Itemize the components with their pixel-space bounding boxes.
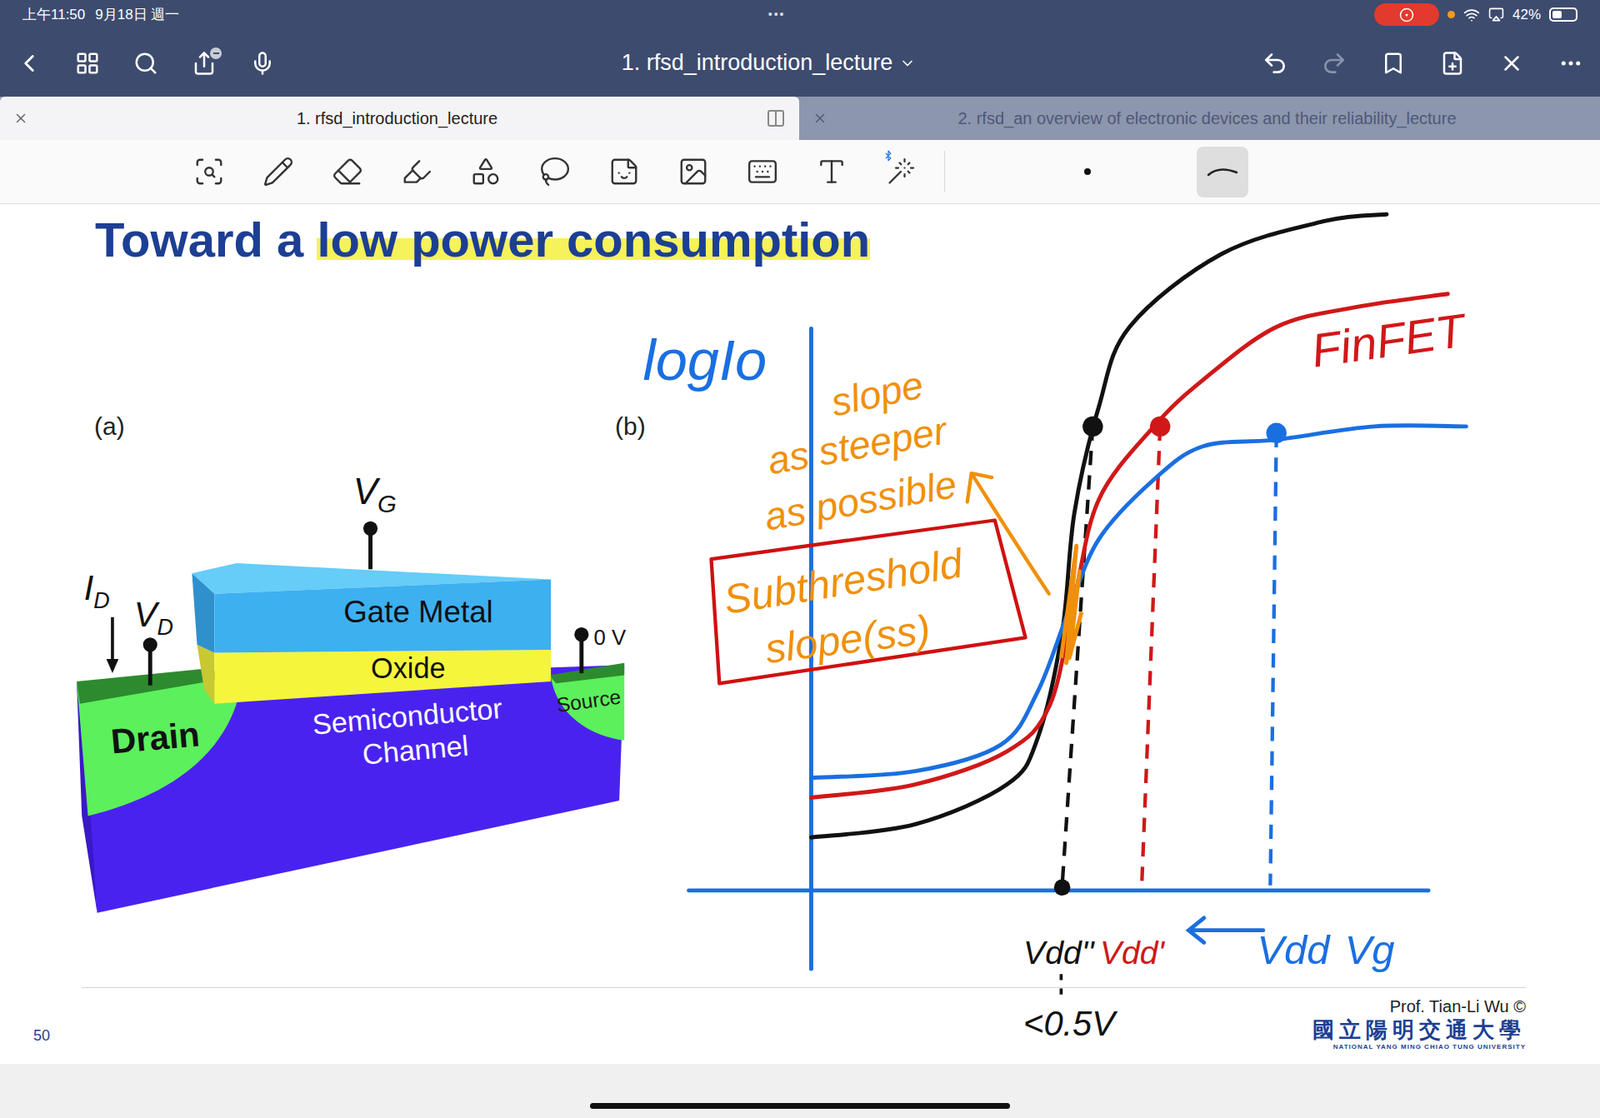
slide-title: Toward a low power consumption (0, 204, 1600, 270)
y-axis-label: logIo (642, 328, 767, 393)
tab-label: 2. rfsd_an overview of electronic device… (827, 105, 1587, 131)
battery-percent: 42% (1512, 4, 1541, 26)
document-title[interactable]: 1. rfsd_introduction_lecture (621, 45, 894, 80)
status-date: 9月18日 週一 (95, 4, 180, 26)
sticker-icon[interactable] (605, 153, 643, 190)
highlighter-icon[interactable] (398, 153, 435, 190)
add-page-icon[interactable] (1438, 49, 1467, 78)
redo-icon[interactable] (1320, 49, 1349, 78)
home-indicator[interactable] (590, 1103, 1010, 1110)
vdd-label: Vdd' (1100, 935, 1166, 971)
mosfet-diagram: VG ID VD 0 V Gate Metal Oxide SemiconductorCha… (71, 464, 633, 919)
curve-label: FinFET (1308, 303, 1471, 378)
vd-label: VD (134, 594, 174, 640)
vdd-label: Vdd (1256, 927, 1331, 973)
chevron-down-icon[interactable] (899, 55, 916, 72)
channel-label: Semiconductor (310, 691, 504, 740)
page[interactable]: Toward a low power consumption (a)(b) VG ID… (0, 204, 1600, 1065)
tab-bar: 1. rfsd_introduction_lecture 2. rfsd_an o… (0, 96, 1600, 140)
multitask-dots[interactable]: ••• (768, 5, 786, 24)
oxide-label: Oxide (370, 652, 445, 685)
search-icon[interactable] (131, 49, 160, 78)
share-icon[interactable] (190, 49, 219, 78)
page-number: 50 (33, 1025, 50, 1048)
tab-close-icon[interactable] (13, 110, 29, 126)
note-text: slope (827, 362, 928, 425)
curve: Vdd (810, 423, 1466, 973)
boxed-text: slope(ss) (762, 606, 933, 672)
channel-label: Channel (360, 729, 470, 770)
shapes-icon[interactable] (467, 153, 505, 190)
split-view-icon[interactable] (765, 108, 786, 129)
source-label: Source (555, 685, 623, 717)
document-tab[interactable]: 2. rfsd_an overview of electronic device… (799, 96, 1600, 140)
vg-label: VG (353, 470, 397, 518)
back-icon[interactable] (15, 49, 44, 78)
highlighted-text: low power consumption (316, 212, 870, 267)
battery-icon (1549, 7, 1578, 22)
mic-dot (1447, 10, 1455, 19)
boxed-text: Subthreshold (720, 540, 967, 623)
mic-icon[interactable] (248, 49, 277, 78)
panel-label: (a) (0, 411, 615, 442)
laser-pointer-icon[interactable] (882, 153, 920, 190)
recording-indicator[interactable] (1374, 3, 1440, 26)
vdd-label: Vdd'' (1023, 935, 1095, 971)
keyboard-icon[interactable] (744, 153, 781, 190)
image-icon[interactable] (675, 153, 712, 190)
x-axis-label: Vg (1345, 927, 1395, 973)
credit: Prof. Tian-Li Wu © (1390, 996, 1526, 1017)
stroke-icon (1205, 163, 1240, 180)
more-icon[interactable] (1556, 49, 1585, 78)
university-logo: 國立陽明交通大學 (1312, 1016, 1526, 1044)
document-tab[interactable]: 1. rfsd_introduction_lecture (0, 96, 800, 140)
slide-footer: 50 Prof. Tian-Li Wu ©國立陽明交通大學NATIONAL YAN… (0, 987, 1600, 1065)
university-english: NATIONAL YANG MING CHIAO TUNG UNIVERSITY (1333, 1043, 1526, 1052)
gate-label: Gate Metal (343, 594, 493, 629)
curve: Vdd'' (810, 214, 1386, 971)
eraser-icon[interactable] (329, 153, 366, 190)
nav-bar: 1. rfsd_introduction_lecture (0, 29, 1600, 97)
screen-mirroring-icon (1488, 6, 1505, 23)
top-bar: 上午11:50 9月18日 週一 ••• 42% 1. rfsd_introductio… (0, 0, 1600, 97)
curve: Vdd' FinFET (810, 294, 1471, 971)
status-bar: 上午11:50 9月18日 週一 ••• 42% (0, 0, 1600, 30)
lasso-icon[interactable] (536, 153, 574, 190)
tab-close-icon[interactable] (812, 110, 828, 126)
pen-icon[interactable] (260, 153, 297, 190)
undo-icon[interactable] (1260, 49, 1290, 78)
note-text: as possible (761, 462, 960, 540)
low-vdd-note: <0.5V (1023, 1004, 1118, 1044)
wifi-icon (1463, 6, 1480, 24)
app: 上午11:50 9月18日 週一 ••• 42% 1. rfsd_introductio… (0, 0, 1600, 1118)
text-tool-icon[interactable] (813, 153, 850, 190)
record-icon (1399, 7, 1415, 23)
toolbar (0, 140, 1600, 205)
tab-label: 1. rfsd_introduction_lecture (28, 105, 766, 131)
grid-icon[interactable] (73, 49, 102, 78)
dot-style-option[interactable] (1061, 146, 1114, 198)
toolbar-separator (944, 150, 945, 193)
bottom-area (0, 1064, 1600, 1118)
zoom-window-icon[interactable] (190, 153, 228, 190)
handwriting-layer[interactable]: logIo Vdd''Vdd' FinFET Vdd Vg <0.5V slopeas st… (0, 204, 1600, 1065)
stroke-style-option[interactable] (1196, 146, 1249, 198)
dot-icon (1084, 168, 1091, 175)
bookmark-icon[interactable] (1379, 49, 1408, 78)
bluetooth-icon (882, 150, 895, 162)
drain-label: Drain (109, 714, 201, 761)
status-time: 上午11:50 (22, 4, 85, 26)
ground-label: 0 V (594, 625, 627, 649)
panel-label: (b) (615, 411, 646, 442)
close-tool-icon[interactable] (1497, 49, 1526, 78)
note-text: as steeper (764, 408, 952, 483)
footer-line (81, 987, 1526, 989)
id-label: ID (84, 568, 110, 614)
